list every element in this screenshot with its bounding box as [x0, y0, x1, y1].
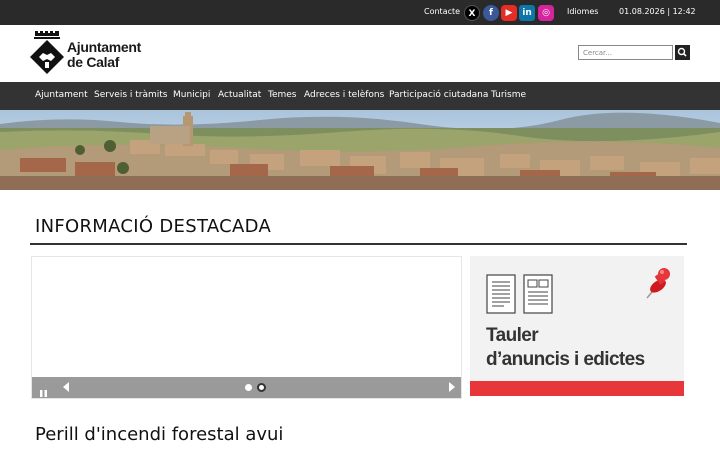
logo-line-2: de Calaf — [67, 54, 120, 70]
main-navigation: Ajuntament Serveis i tràmits Municipi Ac… — [0, 82, 720, 110]
tauler-title-line-1: Tauler — [486, 325, 539, 346]
fire-risk-heading: Perill d'incendi forestal avui — [35, 424, 284, 445]
languages-link[interactable]: Idiomes — [567, 7, 598, 16]
tauler-title: Tauler d’anuncis i edictes — [486, 324, 645, 372]
previous-slide-button[interactable] — [63, 382, 69, 392]
site-header: Ajuntament de Calaf — [0, 25, 720, 82]
logo-text: Ajuntament de Calaf — [67, 40, 141, 70]
search-button[interactable] — [675, 45, 690, 60]
pause-icon — [40, 390, 47, 397]
nav-item-actualitat[interactable]: Actualitat — [218, 90, 261, 100]
featured-slider — [31, 256, 462, 399]
linkedin-icon[interactable]: in — [519, 5, 535, 21]
nav-item-adreces-telefons[interactable]: Adreces i telèfons — [304, 90, 384, 100]
section-title: INFORMACIÓ DESTACADA — [35, 216, 272, 237]
document-icons — [486, 274, 553, 314]
tauler-anuncis-card[interactable]: Tauler d’anuncis i edictes — [470, 256, 684, 396]
pause-button[interactable] — [39, 383, 48, 397]
town-panorama-banner — [0, 110, 720, 190]
section-divider — [30, 243, 687, 245]
contact-link[interactable]: Contacte — [424, 7, 460, 16]
logo-line-1: Ajuntament — [67, 39, 142, 55]
tauler-accent-bar — [470, 381, 684, 396]
town-panorama-image — [0, 110, 720, 190]
youtube-icon[interactable]: ▶ — [501, 5, 517, 21]
coat-of-arms-icon — [30, 31, 64, 74]
nav-item-serveis-tramits[interactable]: Serveis i tràmits — [94, 90, 167, 100]
facebook-icon[interactable]: f — [483, 5, 499, 21]
slide-dot-1[interactable] — [245, 384, 252, 391]
nav-item-temes[interactable]: Temes — [268, 90, 297, 100]
search-icon — [677, 47, 687, 57]
x-icon[interactable]: X — [464, 5, 480, 21]
nav-item-ajuntament[interactable]: Ajuntament — [35, 90, 88, 100]
site-logo[interactable]: Ajuntament de Calaf — [29, 31, 149, 77]
nav-item-turisme[interactable]: Turisme — [491, 90, 526, 100]
nav-item-participacio-ciutadana[interactable]: Participació ciutadana — [389, 90, 488, 100]
search-input[interactable] — [578, 45, 673, 60]
nav-item-municipi[interactable]: Municipi — [173, 90, 210, 100]
top-utility-bar: Contacte X f ▶ in ◎ Idiomes 01.08.2026 |… — [0, 0, 720, 25]
date-time: 01.08.2026 | 12:42 — [619, 7, 696, 16]
instagram-icon[interactable]: ◎ — [538, 5, 554, 21]
next-slide-button[interactable] — [449, 382, 455, 392]
tauler-title-line-2: d’anuncis i edictes — [486, 349, 645, 370]
pushpin-icon — [646, 268, 670, 299]
slide-dot-2-active[interactable] — [257, 383, 266, 392]
slider-controls — [32, 377, 461, 398]
